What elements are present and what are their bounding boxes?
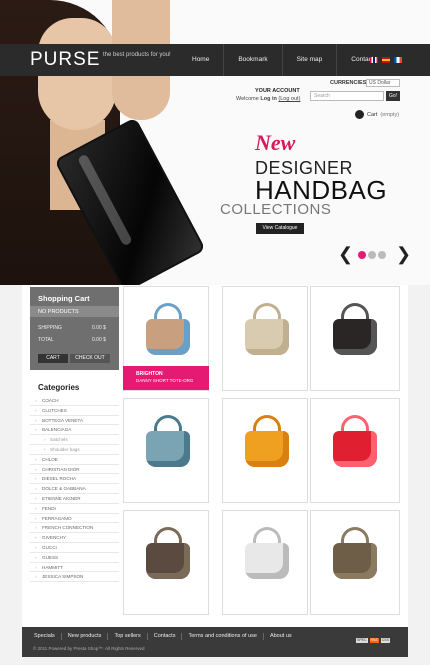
product-tile[interactable]: [222, 286, 308, 391]
category-item[interactable]: JESSICA SIMPSON: [30, 572, 119, 583]
category-item[interactable]: BALENCIAGA: [30, 425, 119, 436]
category-item[interactable]: BOTTEGA VENETA: [30, 416, 119, 426]
welcome-prefix: Welcome: [236, 96, 259, 102]
logo[interactable]: PURSE: [30, 49, 100, 71]
footer-link-contacts[interactable]: Contacts: [146, 633, 182, 640]
mini-cart-label: Cart: [367, 111, 378, 118]
categories-list: COACHCLUTCHESBOTTEGA VENETABALENCIAGASat…: [30, 396, 119, 583]
main-nav: Home Bookmark Site map Contacts: [178, 44, 391, 76]
category-item[interactable]: Satchels: [30, 435, 119, 445]
category-item[interactable]: CLUTCHES: [30, 406, 119, 416]
product-tile[interactable]: [310, 286, 400, 391]
badge-2[interactable]: RSS: [369, 638, 379, 643]
category-item[interactable]: CHRISTIAN DIOR: [30, 465, 119, 475]
cart-title: Shopping Cart: [38, 294, 90, 303]
promo-new: New: [255, 130, 296, 155]
language-selector: [370, 57, 402, 63]
spanish-flag-icon[interactable]: [382, 57, 390, 63]
search-button[interactable]: Go!: [386, 91, 400, 101]
copyright: © 2011 Powered by Presta Shop™. All Righ…: [33, 646, 145, 651]
slide-dot-1[interactable]: [358, 251, 366, 259]
black-quilted-bag-image: [333, 319, 377, 355]
footer-link-about[interactable]: About us: [262, 633, 298, 640]
product-brand: BRIGHTON: [136, 371, 163, 377]
cart-total-value: 0.00 $: [92, 337, 106, 343]
category-item[interactable]: FRENCH CONNECTION: [30, 523, 119, 534]
nav-bookmark[interactable]: Bookmark: [223, 44, 281, 76]
category-item[interactable]: FERRAGAMO: [30, 514, 119, 524]
category-item[interactable]: CHLOE: [30, 455, 119, 465]
search-input[interactable]: Search: [310, 91, 384, 101]
mini-cart-state: (empty): [380, 111, 400, 118]
next-arrow-icon[interactable]: ❯: [396, 244, 411, 265]
teal-quilted-bag-image: [146, 431, 190, 467]
product-tile[interactable]: [310, 398, 400, 503]
footer-nav: Specials New products Top sellers Contac…: [30, 633, 298, 640]
login-link[interactable]: Log in: [260, 96, 277, 102]
product-tile[interactable]: [222, 510, 308, 615]
cart-total-label: TOTAL: [38, 337, 54, 343]
badge-3[interactable]: CSS: [380, 638, 390, 643]
nav-home[interactable]: Home: [178, 44, 223, 76]
white-satchel-bag-image: [245, 543, 289, 579]
category-item[interactable]: ETIENNE AIGNER: [30, 494, 119, 504]
category-item[interactable]: DOLCE & GABBANA: [30, 484, 119, 494]
category-item[interactable]: DIESEL ROCHA: [30, 474, 119, 485]
beige-leather-bag-image: [245, 319, 289, 355]
promo-line-3: COLLECTIONS: [220, 201, 332, 218]
currency-label: CURRENCIES: [330, 80, 367, 86]
hero-banner: [0, 0, 430, 285]
footer-link-top-sellers[interactable]: Top sellers: [107, 633, 146, 640]
cart-status: NO PRODUCTS: [38, 309, 79, 315]
validation-badges: SPEC RSS CSS: [356, 638, 390, 643]
taupe-shoulder-bag-image: [333, 543, 377, 579]
category-item[interactable]: FENDI: [30, 504, 119, 514]
footer-link-specials[interactable]: Specials: [30, 633, 61, 640]
cart-shipping-label: SHIPPING: [38, 325, 62, 331]
checkout-button[interactable]: CHECK OUT: [70, 354, 110, 363]
cart-bag-icon: [355, 110, 364, 119]
mini-cart[interactable]: Cart (empty): [355, 110, 399, 119]
category-item[interactable]: GUESS: [30, 553, 119, 563]
currency-select[interactable]: US Dollar: [366, 79, 400, 87]
category-item[interactable]: HAMMITT: [30, 563, 119, 573]
orange-tote-bag-image: [245, 431, 289, 467]
welcome-text: Welcome Log in (Log out): [236, 96, 300, 102]
footer-link-new-products[interactable]: New products: [60, 633, 108, 640]
product-tile[interactable]: [123, 510, 209, 615]
badge-1[interactable]: SPEC: [356, 638, 368, 643]
product-name: DANNY SHORT TOTE-ORG: [136, 378, 194, 383]
cart-shipping-value: 0.00 $: [92, 325, 106, 331]
view-catalogue-button[interactable]: View Catalogue: [256, 223, 304, 234]
product-tile[interactable]: [222, 398, 308, 503]
category-item[interactable]: GUCCI: [30, 543, 119, 553]
category-item[interactable]: GIVENCHY: [30, 533, 119, 543]
product-tile[interactable]: [123, 398, 209, 503]
cart-button[interactable]: CART: [38, 354, 68, 363]
footer-link-terms[interactable]: Terms and conditions of use: [181, 633, 262, 640]
account-label: YOUR ACCOUNT: [255, 88, 300, 94]
slide-dot-3[interactable]: [378, 251, 386, 259]
prev-arrow-icon[interactable]: ❮: [338, 244, 353, 265]
tagline: the best products for you!: [103, 52, 171, 58]
nav-site-map[interactable]: Site map: [281, 44, 337, 76]
brown-crossbody-bag-image: [146, 543, 190, 579]
slide-dot-2[interactable]: [368, 251, 376, 259]
categories-title: Categories: [38, 383, 80, 392]
category-item[interactable]: Shoulder bags: [30, 445, 119, 455]
product-tile[interactable]: [310, 510, 400, 615]
logout-link[interactable]: (Log out): [278, 96, 300, 102]
english-flag-icon[interactable]: [370, 57, 378, 63]
model-photo: [0, 0, 220, 285]
plaid-tote-bag-image: [146, 319, 190, 355]
red-patent-bag-image: [333, 431, 377, 467]
category-item[interactable]: COACH: [30, 396, 119, 406]
footer: [22, 627, 408, 657]
french-flag-icon[interactable]: [394, 57, 402, 63]
